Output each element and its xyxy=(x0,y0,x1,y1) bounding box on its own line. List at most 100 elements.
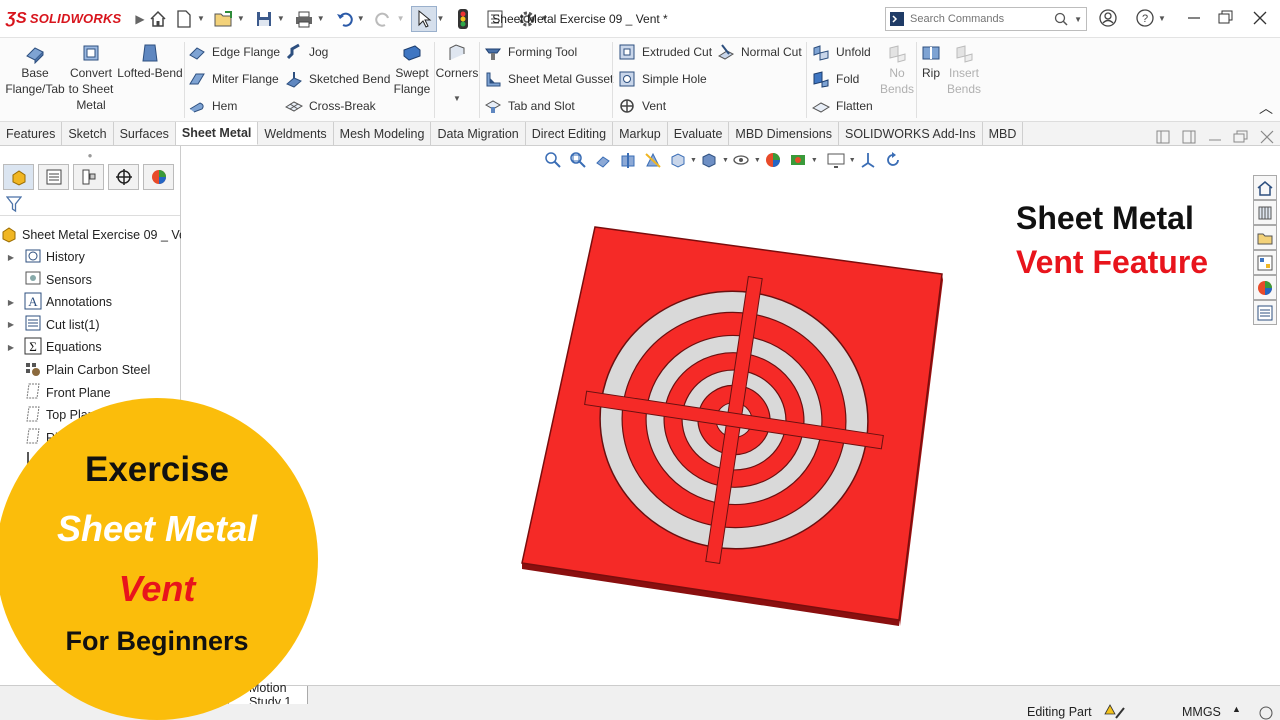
new-dropdown-icon[interactable]: ▼ xyxy=(197,14,205,23)
miter-flange-button[interactable]: Miter Flange xyxy=(188,68,279,90)
zoom-to-fit-icon[interactable] xyxy=(540,148,565,172)
sketched-bend-button[interactable]: Sketched Bend xyxy=(285,68,390,90)
apply-scene-dropdown-icon[interactable]: ▼ xyxy=(811,157,818,164)
fold-button[interactable]: Fold xyxy=(812,68,859,90)
file-explorer-icon[interactable] xyxy=(1253,225,1277,250)
print-dropdown-icon[interactable]: ▼ xyxy=(317,14,325,23)
tab-features[interactable]: Features xyxy=(0,122,63,145)
triad-icon[interactable] xyxy=(856,148,881,172)
no-bends-button[interactable]: No Bends xyxy=(878,42,916,97)
rip-button[interactable]: Rip xyxy=(918,42,944,81)
search-input[interactable] xyxy=(910,13,1050,25)
hide-show-items-icon[interactable] xyxy=(729,148,754,172)
cross-break-button[interactable]: Cross-Break xyxy=(285,95,376,117)
solidworks-resources-icon[interactable] xyxy=(1253,175,1277,200)
expand-arrow-icon[interactable]: ▶ xyxy=(6,343,16,352)
redo-icon[interactable] xyxy=(371,6,397,32)
restore-icon[interactable] xyxy=(1216,6,1236,30)
options-gear-icon[interactable] xyxy=(514,6,540,32)
panel-grip-icon[interactable]: ● xyxy=(0,146,180,164)
filter-icon[interactable] xyxy=(6,195,22,213)
view-settings-icon[interactable] xyxy=(824,148,849,172)
search-commands-box[interactable]: ▼ xyxy=(885,7,1087,31)
featuremanager-tab-icon[interactable] xyxy=(3,164,34,190)
tab-mesh-modeling[interactable]: Mesh Modeling xyxy=(333,122,432,145)
apply-scene-icon[interactable] xyxy=(786,148,811,172)
tab-sketch[interactable]: Sketch xyxy=(62,122,114,145)
minimize-icon[interactable] xyxy=(1184,6,1204,30)
edge-flange-button[interactable]: Edge Flange xyxy=(188,41,280,63)
vent-button[interactable]: Vent xyxy=(618,95,666,117)
normal-cut-button[interactable]: Normal Cut xyxy=(717,41,802,63)
viewport-tile-right-icon[interactable] xyxy=(1179,128,1199,146)
user-account-icon[interactable] xyxy=(1097,6,1119,30)
orientation-dropdown-icon[interactable]: ▼ xyxy=(690,157,697,164)
swept-flange-button[interactable]: Swept Flange xyxy=(393,42,431,97)
redo-dropdown-icon[interactable]: ▼ xyxy=(397,14,405,23)
help-icon[interactable]: ? xyxy=(1134,6,1156,30)
viewport-minimize-icon[interactable] xyxy=(1205,128,1225,146)
tab-mbd[interactable]: MBD xyxy=(982,122,1024,145)
edit-appearance-icon[interactable] xyxy=(761,148,786,172)
section-view-icon[interactable] xyxy=(615,148,640,172)
tree-item-plain-carbon-steel[interactable]: Plain Carbon Steel xyxy=(0,359,181,381)
tab-surfaces[interactable]: Surfaces xyxy=(113,122,176,145)
print-icon[interactable] xyxy=(291,6,317,32)
insert-bends-button[interactable]: Insert Bends xyxy=(946,42,982,97)
select-cursor-icon[interactable] xyxy=(410,5,437,32)
close-icon[interactable] xyxy=(1250,6,1270,30)
tab-mbd-dimensions[interactable]: MBD Dimensions xyxy=(729,122,839,145)
viewport-restore-icon[interactable] xyxy=(1231,128,1251,146)
tab-solidworks-add-ins[interactable]: SOLIDWORKS Add-Ins xyxy=(838,122,983,145)
expand-arrow-icon[interactable]: ▶ xyxy=(6,298,16,307)
dynamic-annotation-icon[interactable] xyxy=(640,148,665,172)
open-folder-icon[interactable] xyxy=(211,6,237,32)
display-style-icon[interactable] xyxy=(697,148,722,172)
configurationmanager-tab-icon[interactable] xyxy=(73,164,104,190)
customize-status-icon[interactable] xyxy=(1256,704,1276,720)
expand-arrow-icon[interactable]: ▶ xyxy=(6,253,16,262)
base-flange-tab-button[interactable]: Base Flange/Tab xyxy=(5,42,65,97)
collapse-ribbon-icon[interactable]: ︿ xyxy=(1259,98,1273,118)
simple-hole-button[interactable]: Simple Hole xyxy=(618,68,707,90)
tree-item-history[interactable]: ▶ History xyxy=(0,246,181,268)
search-dropdown-icon[interactable]: ▼ xyxy=(1074,15,1082,24)
flatten-button[interactable]: Flatten xyxy=(812,95,873,117)
tree-item-cut-list-1-[interactable]: ▶ Cut list(1) xyxy=(0,314,181,336)
displaymanager-tab-icon[interactable] xyxy=(143,164,174,190)
dimxpert-tab-icon[interactable] xyxy=(108,164,139,190)
forming-tool-button[interactable]: Forming Tool xyxy=(484,41,577,63)
undo-dropdown-icon[interactable]: ▼ xyxy=(357,14,365,23)
tree-item-annotations[interactable]: ▶ A Annotations xyxy=(0,291,181,313)
file-properties-icon[interactable] xyxy=(482,6,508,32)
viewport-close-icon[interactable] xyxy=(1257,128,1277,146)
select-dropdown-icon[interactable]: ▼ xyxy=(437,14,445,23)
tab-data-migration[interactable]: Data Migration xyxy=(431,122,526,145)
open-dropdown-icon[interactable]: ▼ xyxy=(237,14,245,23)
rotate-view-icon[interactable] xyxy=(881,148,906,172)
unfold-button[interactable]: Unfold xyxy=(812,41,871,63)
zoom-to-area-icon[interactable] xyxy=(565,148,590,172)
view-palette-icon[interactable] xyxy=(1253,250,1277,275)
search-icon[interactable] xyxy=(1054,12,1068,26)
rebuild-traffic-light-icon[interactable] xyxy=(450,6,476,32)
vent-sheet-metal-model[interactable] xyxy=(500,210,960,640)
view-orientation-icon[interactable] xyxy=(665,148,690,172)
expand-arrow-icon[interactable]: ▶ xyxy=(6,320,16,329)
tab-direct-editing[interactable]: Direct Editing xyxy=(525,122,614,145)
tab-markup[interactable]: Markup xyxy=(613,122,668,145)
design-library-icon[interactable] xyxy=(1253,200,1277,225)
viewport-tile-left-icon[interactable] xyxy=(1153,128,1173,146)
jog-button[interactable]: Jog xyxy=(285,41,328,63)
help-dropdown-icon[interactable]: ▼ xyxy=(1158,14,1166,23)
propertymanager-tab-icon[interactable] xyxy=(38,164,69,190)
save-dropdown-icon[interactable]: ▼ xyxy=(277,14,285,23)
extruded-cut-button[interactable]: Extruded Cut xyxy=(618,41,712,63)
tree-item-equations[interactable]: ▶ Σ Equations xyxy=(0,336,181,358)
units-dropdown-icon[interactable]: ▲ xyxy=(1232,704,1241,714)
convert-to-sheet-metal-button[interactable]: Convert to Sheet Metal xyxy=(66,42,116,113)
hem-button[interactable]: Hem xyxy=(188,95,237,117)
corners-button[interactable]: Corners ▼ xyxy=(436,42,478,107)
new-document-icon[interactable] xyxy=(171,6,197,32)
view-settings-dropdown-icon[interactable]: ▼ xyxy=(849,157,856,164)
